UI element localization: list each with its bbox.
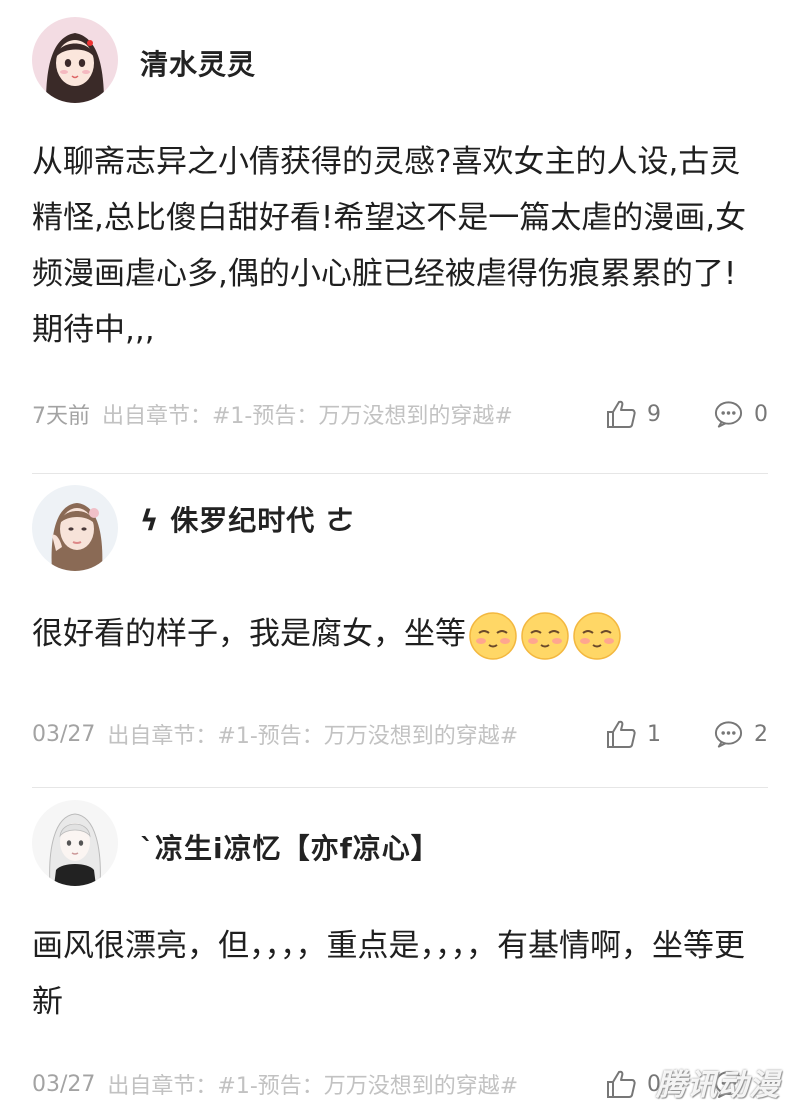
comment-bubble-icon (714, 401, 743, 428)
username[interactable]: ϟ 侏罗纪时代 ㄜ (140, 499, 355, 539)
comment-text: 很好看的样子，我是腐女，坐等 (32, 606, 764, 662)
thumbs-up-icon (607, 720, 636, 748)
comment-meta: 03/27 出自章节：#1-预告：万万没想到的穿越# 1 2 (32, 716, 768, 752)
thumbs-up-icon (607, 1070, 636, 1098)
comment-source[interactable]: 出自章节：#1-预告：万万没想到的穿越# (107, 718, 518, 750)
reply-count: 0 (754, 401, 768, 427)
comment-item: ϟ 侏罗纪时代 ㄜ 很好看的样子，我是腐女，坐等 03/27 出自章节：#1-预… (0, 474, 800, 788)
comment-time: 03/27 (32, 1071, 96, 1097)
comment-text-body: 很好看的样子，我是腐女，坐等 (32, 616, 466, 652)
comment-time: 03/27 (32, 721, 96, 747)
username[interactable]: `凉生i凉忆【亦f凉心】 (140, 827, 440, 867)
comment-meta: 7天前 出自章节：#1-预告：万万没想到的穿越# 9 0 (32, 396, 768, 432)
username[interactable]: 清水灵灵 (140, 43, 256, 83)
avatar[interactable] (32, 485, 118, 571)
like-button[interactable]: 1 (605, 719, 713, 749)
like-count: 9 (647, 401, 661, 427)
blush-emoji-icon (520, 611, 570, 661)
watermark-logo: 腾讯动漫 (656, 1068, 780, 1103)
like-count: 1 (647, 721, 661, 747)
like-button[interactable]: 9 (605, 399, 713, 429)
comment-text: 画风很漂亮，但，，，，重点是，，，，有基情啊，坐等更新 (32, 928, 745, 1020)
comment-source[interactable]: 出自章节：#1-预告：万万没想到的穿越# (102, 398, 513, 430)
comment-time: 7天前 (32, 404, 90, 429)
reply-button[interactable]: 0 (713, 399, 768, 429)
blush-emoji-icon (468, 611, 518, 661)
comment-text: 从聊斋志异之小倩获得的灵感?喜欢女主的人设,古灵精怪,总比傻白甜好看!希望这不是… (32, 144, 747, 348)
reply-button[interactable]: 2 (713, 719, 768, 749)
comment-source[interactable]: 出自章节：#1-预告：万万没想到的穿越# (107, 1068, 518, 1100)
comment-bubble-icon (714, 721, 743, 748)
avatar[interactable] (32, 17, 118, 103)
blush-emoji-icon (572, 611, 622, 661)
thumbs-up-icon (607, 400, 636, 428)
reply-count: 2 (754, 721, 768, 747)
avatar[interactable] (32, 800, 118, 886)
comment-item: 清水灵灵 从聊斋志异之小倩获得的灵感?喜欢女主的人设,古灵精怪,总比傻白甜好看!… (0, 0, 800, 474)
